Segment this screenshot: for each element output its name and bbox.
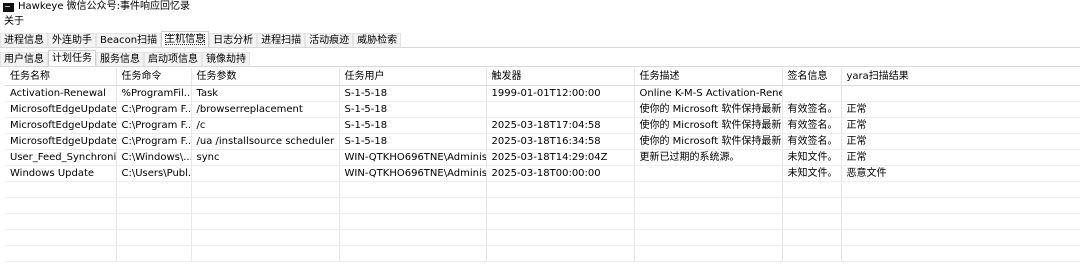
cell-description: 更新已过期的系统源。 (634, 149, 783, 166)
cell-yara-result: 正常 (841, 149, 1080, 166)
empty-row (5, 197, 1080, 214)
cell-yara-result: 正常 (841, 133, 1080, 150)
cell-task-args (191, 165, 340, 182)
scheduled-tasks-grid[interactable]: 任务名称 任务命令 任务参数 任务用户 触发器 任务描述 签名信息 yara扫描… (5, 68, 1080, 272)
cell-signature (782, 85, 842, 102)
tab-user-info[interactable]: 用户信息 (0, 52, 48, 66)
table-row[interactable]: User_Feed_Synchroniz... C:\Windows\... s… (5, 149, 1080, 166)
scheduled-tasks-table: 任务名称 任务命令 任务参数 任务用户 触发器 任务描述 签名信息 yara扫描… (5, 68, 1080, 262)
cell-yara-result: 正常 (841, 117, 1080, 134)
cell-task-name: Activation-Renewal (5, 85, 117, 102)
cell-description: Online K-M-S Activation-Rene... (634, 85, 783, 102)
title-bar: Hawkeye 微信公众号:事件响应回忆录 (0, 0, 1080, 14)
cell-trigger (486, 101, 635, 118)
cell-task-args: Task (191, 85, 340, 102)
tab-startup-items[interactable]: 启动项信息 (144, 52, 202, 66)
tab-process-info[interactable]: 进程信息 (0, 33, 48, 47)
cell-description: 使你的 Microsoft 软件保持最新... (634, 117, 783, 134)
cell-description (634, 165, 783, 182)
cell-task-command: C:\Program F... (116, 101, 192, 118)
window-title: Hawkeye 微信公众号:事件响应回忆录 (18, 1, 191, 12)
cell-task-name: MicrosoftEdgeUpdate... (5, 117, 117, 134)
tab-host-info[interactable]: 主机信息 (161, 31, 210, 47)
cell-task-user: S-1-5-18 (339, 101, 487, 118)
cell-signature: 未知文件。 (782, 165, 842, 182)
cell-task-name: User_Feed_Synchroniz... (5, 149, 117, 166)
cell-task-user: S-1-5-18 (339, 133, 487, 150)
cell-task-args: sync (191, 149, 340, 166)
cell-yara-result: 恶意文件 (841, 165, 1080, 182)
app-icon (3, 2, 14, 12)
cell-signature: 有效签名。 (782, 117, 842, 134)
primary-tab-strip: 进程信息 外连助手 Beacon扫描 主机信息 日志分析 进程扫描 活动痕迹 威… (0, 31, 1080, 47)
table-row[interactable]: Activation-Renewal %ProgramFil... Task S… (5, 85, 1080, 102)
cell-task-user: WIN-QTKHO696TNE\Administ... (339, 165, 487, 182)
cell-yara-result (841, 85, 1080, 102)
menu-bar: 关于 (0, 14, 1080, 29)
column-header-task-user[interactable]: 任务用户 (339, 68, 487, 86)
column-header-yara-result[interactable]: yara扫描结果 (841, 68, 1080, 86)
secondary-tab-divider (0, 66, 1080, 67)
cell-signature: 未知文件。 (782, 149, 842, 166)
tab-beacon-scan[interactable]: Beacon扫描 (96, 33, 162, 47)
column-header-task-name[interactable]: 任务名称 (5, 68, 117, 86)
secondary-tab-strip: 用户信息 计划任务 服务信息 启动项信息 镜像劫持 (0, 50, 1080, 66)
cell-task-name: MicrosoftEdgeUpdate... (5, 101, 117, 118)
cell-description: 使你的 Microsoft 软件保持最新... (634, 133, 783, 150)
cell-task-args: /browserreplacement (191, 101, 340, 118)
cell-task-user: S-1-5-18 (339, 117, 487, 134)
column-header-task-args[interactable]: 任务参数 (191, 68, 340, 86)
cell-task-name: MicrosoftEdgeUpdate... (5, 133, 117, 150)
cell-task-command: C:\Program F... (116, 117, 192, 134)
cell-task-command: C:\Windows\... (116, 149, 192, 166)
primary-tab-divider (0, 47, 1080, 48)
cell-task-user: WIN-QTKHO696TNE\Administ... (339, 149, 487, 166)
tab-connection-helper[interactable]: 外连助手 (48, 33, 96, 47)
menu-item-about[interactable]: 关于 (0, 15, 28, 28)
table-row[interactable]: MicrosoftEdgeUpdate... C:\Program F... /… (5, 117, 1080, 134)
table-row[interactable]: Windows Update C:\Users\Publ... WIN-QTKH… (5, 165, 1080, 182)
tab-activity-traces[interactable]: 活动痕迹 (305, 33, 354, 47)
cell-trigger: 2025-03-18T16:34:58 (486, 133, 635, 150)
cell-trigger: 2025-03-18T14:29:04Z (486, 149, 635, 166)
cell-trigger: 2025-03-18T17:04:58 (486, 117, 635, 134)
cell-task-name: Windows Update (5, 165, 117, 182)
cell-description: 使你的 Microsoft 软件保持最新... (634, 101, 783, 118)
cell-task-command: %ProgramFil... (116, 85, 192, 102)
cell-task-command: C:\Program F... (116, 133, 192, 150)
column-header-task-command[interactable]: 任务命令 (116, 68, 192, 86)
tab-threat-search[interactable]: 威胁检索 (353, 33, 402, 47)
cell-signature: 有效签名。 (782, 101, 842, 118)
column-header-description[interactable]: 任务描述 (634, 68, 783, 86)
cell-task-args: /c (191, 117, 340, 134)
table-row[interactable]: MicrosoftEdgeUpdate... C:\Program F... /… (5, 133, 1080, 150)
column-header-trigger[interactable]: 触发器 (486, 68, 635, 86)
empty-row (5, 213, 1080, 230)
table-header-row: 任务名称 任务命令 任务参数 任务用户 触发器 任务描述 签名信息 yara扫描… (5, 68, 1080, 86)
empty-row (5, 245, 1080, 262)
cell-task-args: /ua /installsource scheduler (191, 133, 340, 150)
empty-row (5, 181, 1080, 198)
cell-signature: 有效签名。 (782, 133, 842, 150)
cell-trigger: 1999-01-01T12:00:00 (486, 85, 635, 102)
column-header-signature[interactable]: 签名信息 (782, 68, 842, 86)
tab-service-info[interactable]: 服务信息 (96, 52, 144, 66)
tab-process-scan[interactable]: 进程扫描 (257, 33, 306, 47)
tab-log-analysis[interactable]: 日志分析 (209, 33, 258, 47)
tab-scheduled-tasks[interactable]: 计划任务 (48, 50, 96, 66)
cell-task-command: C:\Users\Publ... (116, 165, 192, 182)
tab-image-hijack[interactable]: 镜像劫持 (202, 52, 250, 66)
cell-trigger: 2025-03-18T00:00:00 (486, 165, 635, 182)
cell-task-user: S-1-5-18 (339, 85, 487, 102)
table-row[interactable]: MicrosoftEdgeUpdate... C:\Program F... /… (5, 101, 1080, 118)
empty-row (5, 229, 1080, 246)
cell-yara-result: 正常 (841, 101, 1080, 118)
